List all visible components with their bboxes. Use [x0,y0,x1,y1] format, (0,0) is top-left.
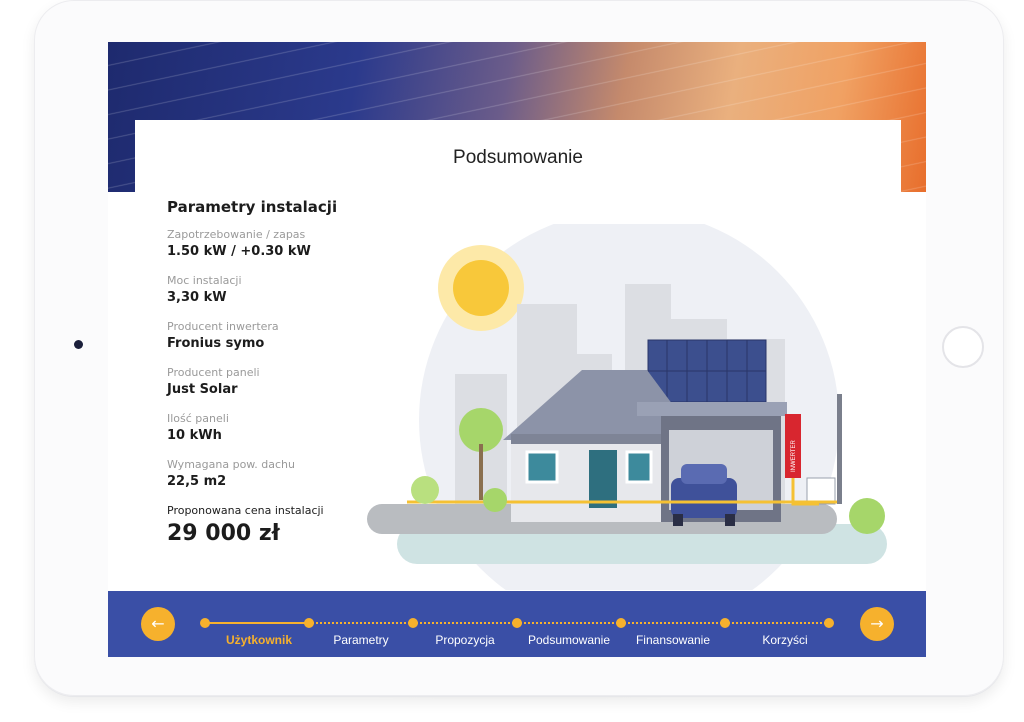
step-dot [616,618,626,628]
summary-card: Podsumowanie Parametry instalacji Zapotr… [135,120,901,590]
power-pole [837,394,842,504]
param-value: Just Solar [167,382,238,397]
step-dot [720,618,730,628]
window-icon [625,450,653,484]
step-dot [512,618,522,628]
page-title: Podsumowanie [453,147,583,168]
house-front [511,434,661,444]
step-propozycja[interactable]: Propozycja [410,633,520,647]
step-podsumowanie[interactable]: Podsumowanie [514,633,624,647]
step-dot [200,618,210,628]
param-inverter-maker: Producent inwertera Fronius symo [167,320,367,354]
bush-icon [411,476,439,504]
meter-icon [806,477,836,505]
param-label: Ilość paneli [167,412,229,425]
price-label: Proponowana cena instalacji [167,504,324,517]
home-button[interactable] [942,326,984,368]
param-value: 22,5 m2 [167,474,227,489]
price-value: 29 000 zł [167,521,280,546]
installation-params: Parametry instalacji Zapotrzebowanie / z… [167,198,367,546]
step-dot [824,618,834,628]
step-dot [304,618,314,628]
window-icon [525,450,559,484]
param-panel-maker: Producent paneli Just Solar [167,366,367,400]
param-roof-area: Wymagana pow. dachu 22,5 m2 [167,458,367,492]
next-button[interactable]: → [860,607,894,641]
arrow-right-icon: → [870,614,884,633]
param-value: Fronius symo [167,336,265,351]
param-label: Moc instalacji [167,274,242,287]
param-label: Producent inwertera [167,320,279,333]
step-finansowanie[interactable]: Finansowanie [618,633,728,647]
prev-button[interactable]: ← [141,607,175,641]
progress-stepper: ← Użytkownik Parametry Propozycja Podsum… [108,591,926,657]
param-panel-count: Ilość paneli 10 kWh [167,412,367,446]
stepper-track-progress [205,622,309,624]
sun-icon [453,260,509,316]
step-parametry[interactable]: Parametry [306,633,416,647]
param-power: Moc instalacji 3,30 kW [167,274,367,308]
app-screen: Podsumowanie Parametry instalacji Zapotr… [108,42,926,657]
step-dot [408,618,418,628]
solar-panels [647,339,767,403]
house-illustration: INWERTER [367,224,887,590]
param-label: Wymagana pow. dachu [167,458,295,471]
params-title: Parametry instalacji [167,198,338,216]
param-value: 10 kWh [167,428,222,443]
inverter-label: INWERTER [791,439,797,472]
step-uzytkownik[interactable]: Użytkownik [204,633,314,647]
param-value: 1.50 kW / +0.30 kW [167,244,311,259]
garage-roof [637,402,787,416]
param-demand: Zapotrzebowanie / zapas 1.50 kW / +0.30 … [167,228,367,262]
door-icon [589,450,617,508]
bush-icon [483,488,507,512]
arrow-left-icon: ← [151,614,165,633]
param-label: Zapotrzebowanie / zapas [167,228,306,241]
bush-icon [849,498,885,534]
step-korzysci[interactable]: Korzyści [730,633,840,647]
camera-dot [74,340,83,349]
param-label: Producent paneli [167,366,260,379]
param-value: 3,30 kW [167,290,227,305]
